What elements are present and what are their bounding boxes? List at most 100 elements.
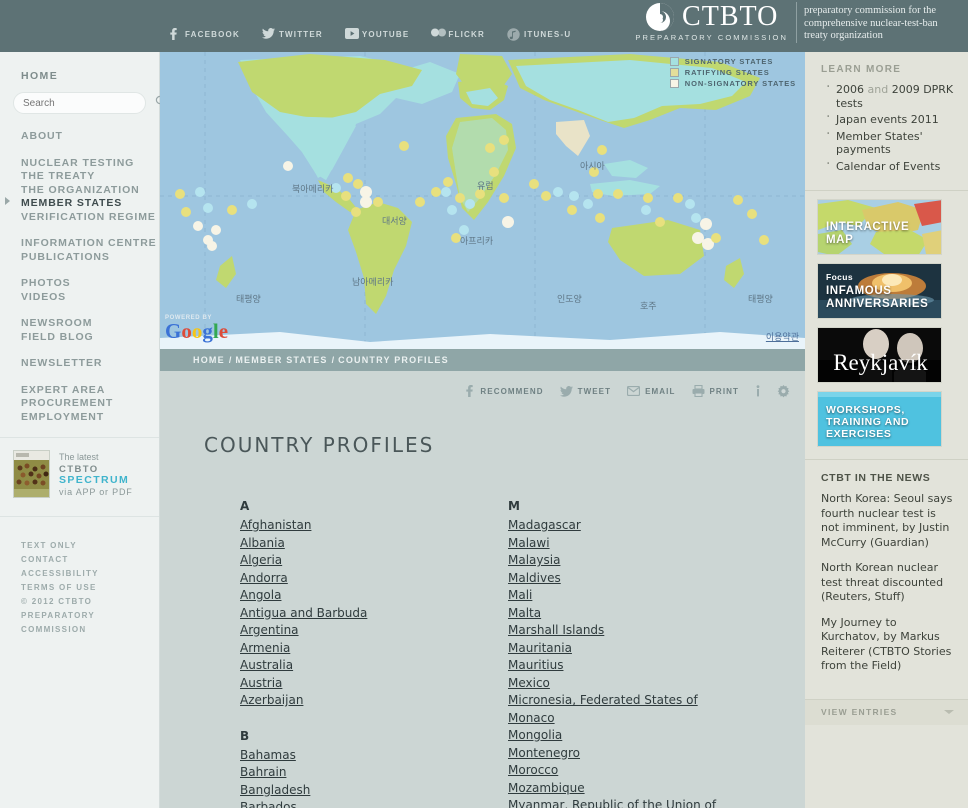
sidebar-item-nuclear-testing[interactable]: NUCLEAR TESTING — [21, 157, 159, 171]
brand-tagline: preparatory commission for the comprehen… — [796, 2, 968, 43]
sidebar-item-home[interactable]: HOME — [0, 52, 159, 82]
country-link[interactable]: Mauritania — [508, 640, 776, 658]
news-item[interactable]: My Journey to Kurchatov, by Markus Reite… — [821, 616, 954, 674]
sidebar-item-expert-area[interactable]: EXPERT AREA — [21, 384, 159, 398]
breadcrumb-item[interactable]: MEMBER STATES — [235, 355, 327, 365]
ctbto-brand[interactable]: CTBTO PREPARATORY COMMISSION preparatory… — [635, 2, 968, 43]
country-column-left: A Afghanistan Albania Algeria Andorra Angola A… — [240, 499, 508, 808]
social-link-itunes-u[interactable]: ITUNES-U — [507, 28, 571, 41]
country-link[interactable]: Malaysia — [508, 552, 776, 570]
share-email-button[interactable]: EMAIL — [627, 386, 675, 396]
news-item[interactable]: North Korean nuclear test threat discoun… — [821, 561, 954, 605]
country-link[interactable]: Andorra — [240, 570, 508, 588]
map-legend-row: RATIFYING STATES — [669, 68, 796, 77]
social-link-youtube[interactable]: YOUTUBE — [344, 28, 410, 40]
news-item[interactable]: North Korea: Seoul says fourth nuclear t… — [821, 492, 954, 550]
share-print-button[interactable]: PRINT — [692, 385, 740, 397]
search-input[interactable] — [23, 97, 155, 109]
country-link[interactable]: Mali — [508, 587, 776, 605]
twitter-icon — [261, 28, 275, 40]
learn-more-item[interactable]: Japan events 2011 — [825, 111, 954, 127]
country-link[interactable]: Mongolia — [508, 727, 776, 745]
country-link[interactable]: Algeria — [240, 552, 508, 570]
country-link[interactable]: Barbados — [240, 799, 508, 808]
sidebar-item-the-organization[interactable]: THE ORGANIZATION — [21, 184, 159, 198]
country-link[interactable]: Montenegro — [508, 745, 776, 763]
breadcrumb-item[interactable]: HOME — [193, 355, 225, 365]
page-title: COUNTRY PROFILES — [204, 433, 435, 457]
social-link-twitter[interactable]: TWITTER — [261, 28, 323, 40]
country-link[interactable]: Madagascar — [508, 517, 776, 535]
sidebar-nav-group: PHOTOS VIDEOS — [21, 277, 159, 304]
share-info-button[interactable] — [755, 385, 761, 397]
country-link[interactable]: Micronesia, Federated States of — [508, 692, 776, 710]
country-link[interactable]: Afghanistan — [240, 517, 508, 535]
share-gear-button[interactable] — [777, 384, 790, 398]
social-link-label: TWITTER — [278, 29, 323, 39]
promo-infamous-anniversaries[interactable]: Focus INFAMOUS ANNIVERSARIES — [817, 263, 942, 319]
sidebar-item-newsletter[interactable]: NEWSLETTER — [21, 357, 159, 371]
learn-more-item[interactable]: Member States' payments — [825, 128, 954, 157]
country-link[interactable]: Australia — [240, 657, 508, 675]
sidebar-item-employment[interactable]: EMPLOYMENT — [21, 411, 159, 425]
country-link[interactable]: Angola — [240, 587, 508, 605]
sidebar-item-member-states[interactable]: MEMBER STATES — [5, 197, 159, 211]
breadcrumb-item[interactable]: COUNTRY PROFILES — [338, 355, 449, 365]
sidebar-item-verification-regime[interactable]: VERIFICATION REGIME — [21, 211, 159, 225]
search-box[interactable] — [13, 92, 167, 114]
country-link[interactable]: Mexico — [508, 675, 776, 693]
main-content: COUNTRY PROFILES A Afghanistan Albania Alge… — [160, 411, 805, 808]
sidebar-footer-link[interactable]: TERMS OF USE — [21, 581, 159, 595]
facebook-icon — [168, 28, 180, 40]
info-icon — [755, 385, 761, 397]
sidebar-item-the-treaty[interactable]: THE TREATY — [21, 170, 159, 184]
sidebar-item-videos[interactable]: VIDEOS — [21, 291, 159, 305]
sidebar-footer-link[interactable]: TEXT ONLY — [21, 539, 159, 553]
sidebar-nav: ABOUT NUCLEAR TESTING THE TREATY THE ORGANI… — [0, 114, 159, 424]
map-terms-link[interactable]: 이용약관 — [766, 330, 799, 343]
sidebar-footer-link[interactable]: CONTACT — [21, 553, 159, 567]
view-entries-button[interactable]: VIEW ENTRIES — [805, 698, 968, 725]
country-link[interactable]: Bahamas — [240, 747, 508, 765]
sidebar-item-about[interactable]: ABOUT — [21, 130, 159, 144]
country-letter-heading: B — [240, 728, 250, 743]
sidebar-item-publications[interactable]: PUBLICATIONS — [21, 251, 159, 265]
news-list: North Korea: Seoul says fourth nuclear t… — [821, 492, 954, 674]
country-link[interactable]: Mozambique — [508, 780, 776, 798]
country-link[interactable]: Morocco — [508, 762, 776, 780]
share-recommend-button[interactable]: RECOMMEND — [464, 385, 543, 397]
country-link[interactable]: Antigua and Barbuda — [240, 605, 508, 623]
promo-interactive-map[interactable]: INTERACTIVE MAP — [817, 199, 942, 255]
sidebar-item-photos[interactable]: PHOTOS — [21, 277, 159, 291]
promo-workshops[interactable]: WORKSHOPS, TRAINING AND EXERCISES — [817, 391, 942, 447]
sidebar-item-information-centre[interactable]: INFORMATION CENTRE — [21, 237, 159, 251]
learn-more-item[interactable]: 2006 and 2009 DPRK tests — [825, 81, 954, 110]
world-map[interactable]: SIGNATORY STATES RATIFYING STATES NON-SIGN… — [160, 52, 805, 349]
country-link[interactable]: Bangladesh — [240, 782, 508, 800]
share-tweet-button[interactable]: TWEET — [559, 385, 612, 397]
country-link[interactable]: Myanmar, Republic of the Union of — [508, 797, 776, 808]
social-link-flickr[interactable]: FLICKR — [431, 28, 485, 40]
learn-more-item[interactable]: Calendar of Events — [825, 158, 954, 174]
country-link[interactable]: Malawi — [508, 535, 776, 553]
country-link[interactable]: Bahrain — [240, 764, 508, 782]
country-link[interactable]: Maldives — [508, 570, 776, 588]
country-link[interactable]: Azerbaijan — [240, 692, 508, 710]
sidebar-nav-group: NUCLEAR TESTING THE TREATY THE ORGANIZATIO… — [5, 157, 159, 225]
country-link[interactable]: Austria — [240, 675, 508, 693]
promo-reykjavik[interactable]: Reykjavík — [817, 327, 942, 383]
sidebar-item-procurement[interactable]: PROCUREMENT — [21, 397, 159, 411]
country-link[interactable]: Albania — [240, 535, 508, 553]
sidebar-item-newsroom[interactable]: NEWSROOM — [21, 317, 159, 331]
country-link[interactable]: Armenia — [240, 640, 508, 658]
country-link[interactable]: Mauritius — [508, 657, 776, 675]
social-link-facebook[interactable]: FACEBOOK — [168, 28, 240, 40]
country-link[interactable]: Argentina — [240, 622, 508, 640]
sidebar-item-field-blog[interactable]: FIELD BLOG — [21, 331, 159, 345]
sidebar-footer-link[interactable]: ACCESSIBILITY — [21, 567, 159, 581]
spectrum-promo[interactable]: The latest CTBTO SPECTRUM via APP or PDF — [0, 438, 159, 510]
country-link[interactable]: Marshall Islands — [508, 622, 776, 640]
map-region-label: 북아메리카 — [292, 185, 334, 195]
country-link[interactable]: Monaco — [508, 710, 776, 728]
country-link[interactable]: Malta — [508, 605, 776, 623]
